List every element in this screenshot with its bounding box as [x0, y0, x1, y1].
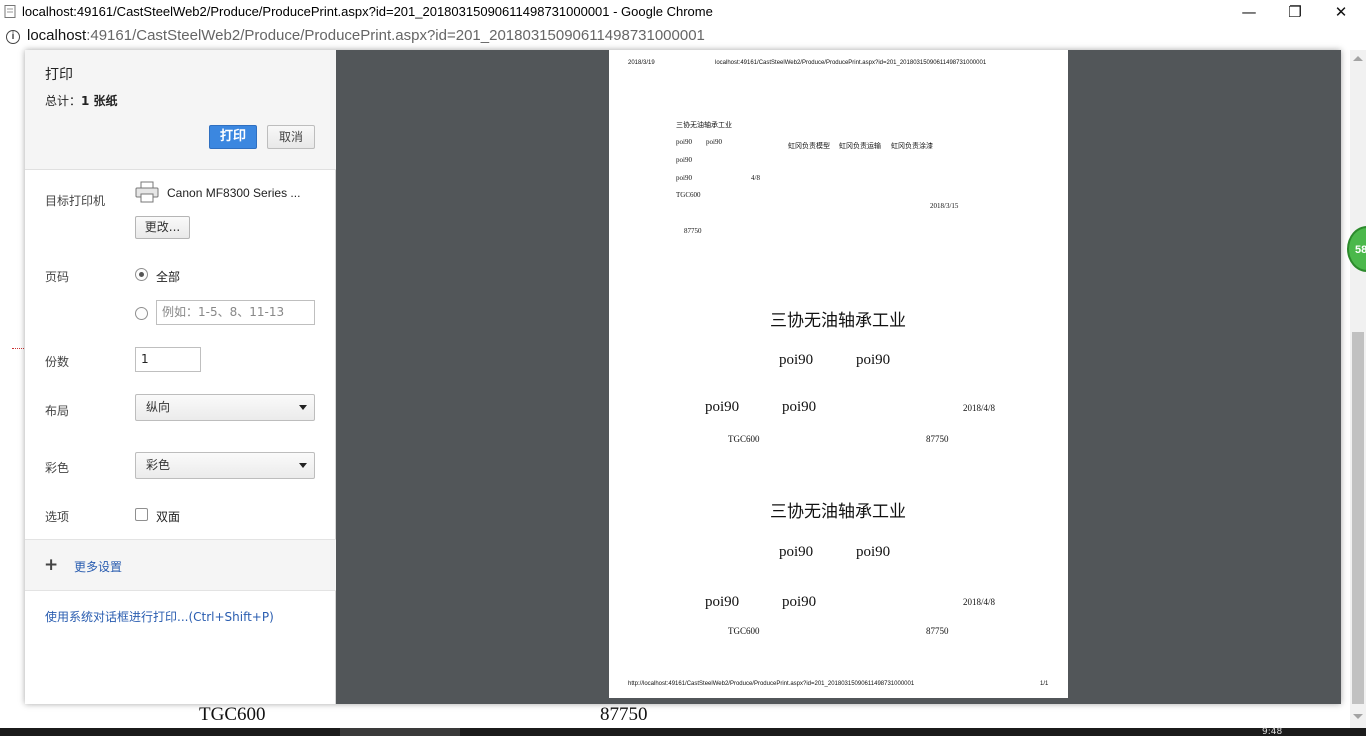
url-host: localhost: [27, 27, 87, 44]
small-num: 87750: [684, 227, 702, 235]
color-select[interactable]: 彩色: [135, 452, 315, 479]
options-label: 选项: [45, 510, 70, 524]
system-dialog-link[interactable]: 使用系统对话框进行打印...(Ctrl+Shift+P): [45, 608, 274, 625]
small-resp2: 虹冈负责运输: [839, 142, 881, 150]
address-bar[interactable]: i localhost:49161/CastSteelWeb2/Produce/…: [0, 24, 1366, 50]
plus-icon: +: [44, 555, 59, 575]
pages-label: 页码: [45, 270, 70, 284]
block2-num: 87750: [926, 626, 949, 636]
taskbar-item[interactable]: [340, 728, 460, 736]
url-text[interactable]: localhost:49161/CastSteelWeb2/Produce/Pr…: [27, 27, 705, 44]
block1-date: 2018/4/8: [963, 403, 996, 413]
print-button[interactable]: 打印: [209, 125, 257, 149]
chevron-down-icon: [299, 463, 307, 468]
printer-name: Canon MF8300 Series ...: [167, 186, 301, 200]
print-preview-page: 2018/3/19 localhost:49161/CastSteelWeb2/…: [609, 50, 1068, 698]
color-label: 彩色: [45, 461, 70, 475]
small-resp3: 虹冈负责涂漆: [891, 142, 933, 150]
restore-button[interactable]: ❐: [1272, 0, 1318, 24]
block1-num: 87750: [926, 434, 949, 444]
print-header: 打印 总计：1 张纸 打印 取消: [25, 50, 336, 170]
small-row3: poi90: [676, 174, 692, 182]
dotted-line: [12, 348, 26, 349]
block2-b: poi90: [856, 544, 891, 560]
pages-all-label: 全部: [156, 270, 181, 284]
page-scrollbar[interactable]: [1350, 50, 1366, 728]
layout-select[interactable]: 纵向: [135, 394, 315, 421]
block1-d: poi90: [782, 399, 817, 415]
cancel-button[interactable]: 取消: [267, 125, 315, 149]
scroll-down-arrow-icon[interactable]: [1353, 714, 1363, 719]
duplex-checkbox[interactable]: [135, 508, 148, 521]
preview-footer-url: http://localhost:49161/CastSteelWeb2/Pro…: [628, 681, 915, 687]
total-value: 1 张纸: [81, 94, 118, 108]
pages-all-radio[interactable]: [135, 268, 148, 281]
small-resp1: 虹冈负责模型: [788, 142, 830, 150]
preview-header-url: localhost:49161/CastSteelWeb2/Produce/Pr…: [715, 60, 987, 66]
block2-a: poi90: [779, 544, 814, 560]
bg-number-text: 87750: [600, 704, 648, 725]
pages-custom-radio[interactable]: [135, 307, 148, 320]
chevron-down-icon: [299, 405, 307, 410]
color-value: 彩色: [146, 458, 171, 472]
small-tgc: TGC600: [676, 191, 701, 199]
copies-input[interactable]: 1: [135, 347, 201, 372]
window-titlebar: localhost:49161/CastSteelWeb2/Produce/Pr…: [0, 0, 1366, 24]
taskbar-clock: 9:48: [1262, 727, 1283, 737]
destination-label: 目标打印机: [45, 194, 106, 208]
taskbar: 9:48: [0, 727, 1366, 737]
page-icon: [4, 5, 16, 18]
print-sidebar: 打印 总计：1 张纸 打印 取消 目标打印机 Canon MF8300 Seri…: [25, 50, 336, 704]
small-row1-a: poi90: [676, 138, 692, 146]
info-icon[interactable]: i: [6, 30, 20, 44]
duplex-label: 双面: [156, 510, 181, 524]
block2-d: poi90: [782, 594, 817, 610]
more-settings-row[interactable]: + 更多设置: [25, 539, 336, 591]
copies-label: 份数: [45, 355, 70, 369]
small-row3-date: 4/8: [751, 174, 760, 182]
block2-company: 三协无油轴承工业: [770, 502, 906, 521]
window-title: localhost:49161/CastSteelWeb2/Produce/Pr…: [22, 4, 713, 19]
scroll-up-arrow-icon[interactable]: [1353, 56, 1363, 61]
block1-tgc: TGC600: [728, 434, 760, 444]
print-total: 总计：1 张纸: [45, 92, 118, 109]
small-row1-b: poi90: [706, 138, 722, 146]
block1-c: poi90: [705, 399, 740, 415]
block2-date: 2018/4/8: [963, 597, 996, 607]
layout-value: 纵向: [146, 400, 171, 414]
preview-header-date: 2018/3/19: [628, 60, 655, 66]
total-prefix: 总计：: [45, 94, 82, 108]
url-path: :49161/CastSteelWeb2/Produce/ProducePrin…: [86, 27, 705, 44]
block2-c: poi90: [705, 594, 740, 610]
layout-label: 布局: [45, 404, 70, 418]
minimize-button[interactable]: —: [1226, 0, 1272, 24]
bg-tgc-text: TGC600: [199, 704, 266, 725]
close-button[interactable]: ✕: [1318, 0, 1364, 24]
printer-icon: [135, 181, 159, 203]
block2-tgc: TGC600: [728, 626, 760, 636]
scroll-thumb[interactable]: [1352, 332, 1364, 704]
print-title: 打印: [45, 67, 73, 83]
change-printer-button[interactable]: 更改...: [135, 216, 190, 239]
block1-company: 三协无油轴承工业: [770, 311, 906, 330]
small-row2: poi90: [676, 156, 692, 164]
more-settings-link[interactable]: 更多设置: [74, 558, 122, 575]
block1-b: poi90: [856, 352, 891, 368]
block1-a: poi90: [779, 352, 814, 368]
pages-custom-input[interactable]: 例如：1-5、8、11-13: [156, 300, 315, 325]
print-dialog: 打印 总计：1 张纸 打印 取消 目标打印机 Canon MF8300 Seri…: [25, 50, 1341, 704]
preview-footer-page: 1/1: [1040, 681, 1049, 687]
small-date: 2018/3/15: [930, 202, 959, 210]
small-company: 三协无油轴承工业: [676, 121, 732, 129]
